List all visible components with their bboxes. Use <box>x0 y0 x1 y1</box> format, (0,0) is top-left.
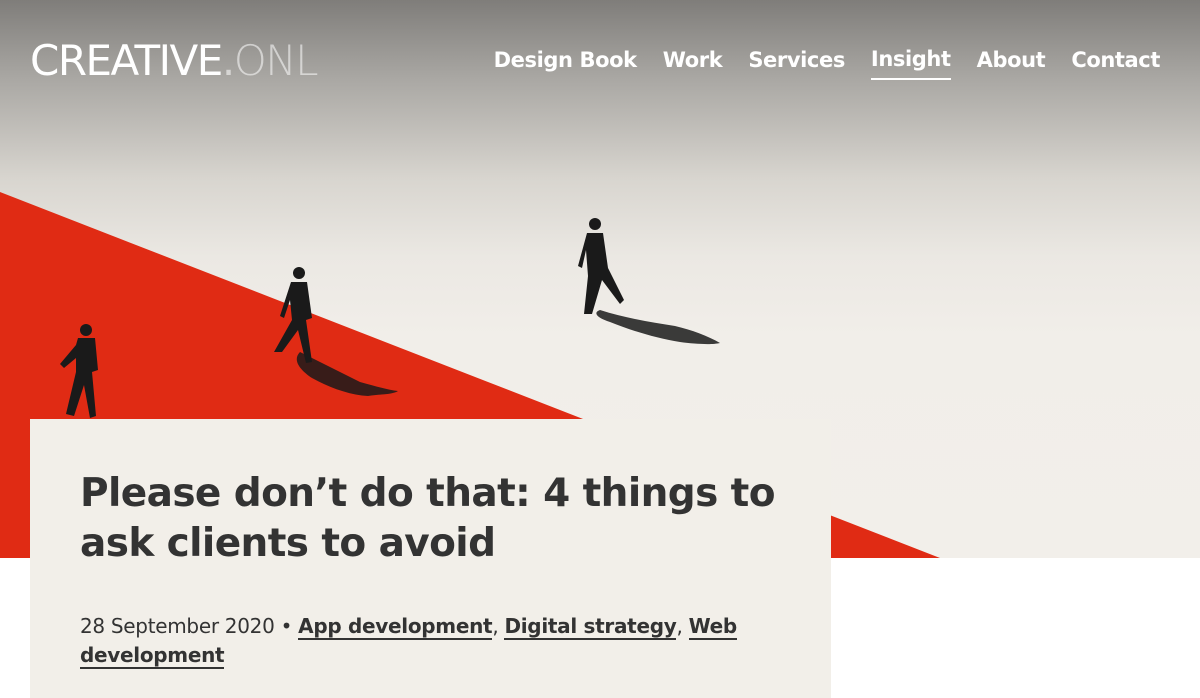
logo-light-text: ONL <box>233 36 319 85</box>
nav-insight[interactable]: Insight <box>870 42 951 80</box>
site-header: CREATIVE.ONL Design Book Work Services I… <box>0 0 1200 110</box>
walking-figure <box>578 218 624 314</box>
comma: , <box>676 614 689 638</box>
article-card: Please don’t do that: 4 things to ask cl… <box>30 419 831 698</box>
nav-services[interactable]: Services <box>748 43 845 79</box>
logo-dot: . <box>221 36 235 85</box>
logo-bold-text: CREATIVE <box>30 36 223 85</box>
nav-contact[interactable]: Contact <box>1071 43 1160 79</box>
nav-about[interactable]: About <box>977 43 1046 79</box>
main-nav: Design Book Work Services Insight About … <box>494 42 1160 80</box>
article-title: Please don’t do that: 4 things to ask cl… <box>80 471 776 566</box>
category-digital-strategy[interactable]: Digital strategy <box>504 614 677 640</box>
category-app-development[interactable]: App development <box>298 614 493 640</box>
article-date: 28 September 2020 <box>80 614 275 638</box>
figure-shadow <box>596 310 720 345</box>
site-logo[interactable]: CREATIVE.ONL <box>30 36 319 86</box>
nav-work[interactable]: Work <box>663 43 723 79</box>
article-meta: 28 September 2020 • App development, Dig… <box>80 612 780 670</box>
comma: , <box>492 614 505 638</box>
meta-separator: • <box>274 614 299 638</box>
nav-design-book[interactable]: Design Book <box>494 43 637 79</box>
